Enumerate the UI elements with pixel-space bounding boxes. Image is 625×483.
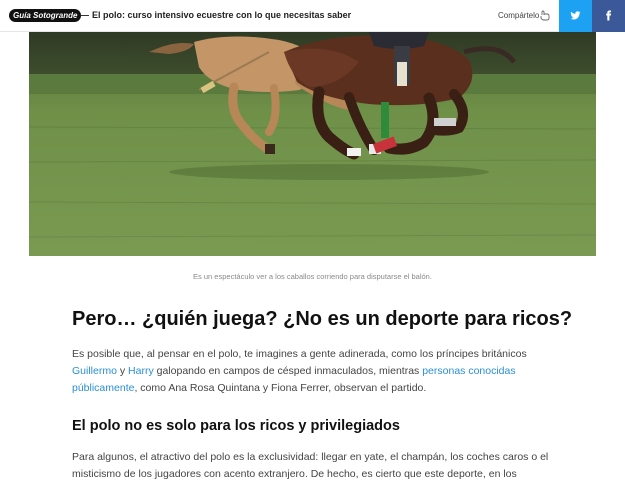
share-label: Compártelo <box>498 11 540 20</box>
subsection-heading: El polo no es solo para los ricos y priv… <box>72 418 400 434</box>
section-heading: Pero… ¿quién juega? ¿No es un deporte pa… <box>72 308 573 330</box>
section-heading-container: Pero… ¿quién juega? ¿No es un deporte pa… <box>72 306 573 332</box>
article-title: El polo: curso intensivo ecuestre con lo… <box>92 10 352 20</box>
second-paragraph: Para algunos, el atractivo del polo es l… <box>72 451 549 480</box>
facebook-icon <box>606 10 612 21</box>
twitter-icon <box>570 11 581 20</box>
title-dash: — <box>80 10 89 20</box>
site-logo[interactable]: Guía Sotogrande <box>9 9 82 22</box>
article-title-bar: — El polo: curso intensivo ecuestre con l… <box>80 10 351 20</box>
top-bar: Guía Sotogrande — El polo: curso intensiv… <box>0 0 625 32</box>
hero-image <box>29 32 596 256</box>
paragraph-text: y <box>119 365 126 377</box>
share-pointer-icon <box>540 10 550 21</box>
facebook-share-button[interactable] <box>592 0 625 32</box>
intro-paragraph: Es posible que, al pensar en el polo, te… <box>72 346 552 397</box>
paragraph-text: , como Ana Rosa Quintana y Fiona Ferrer,… <box>134 382 427 394</box>
image-caption: Es un espectáculo ver a los caballos cor… <box>193 272 432 281</box>
polo-horses-illustration <box>29 32 596 256</box>
paragraph-text: Es posible que, al pensar en el polo, te… <box>72 348 527 360</box>
link-guillermo[interactable]: Guillermo <box>72 365 117 377</box>
link-harry[interactable]: Harry <box>128 365 154 377</box>
twitter-share-button[interactable] <box>559 0 592 32</box>
paragraph-text: galopando en campos de césped inmaculado… <box>156 365 420 377</box>
